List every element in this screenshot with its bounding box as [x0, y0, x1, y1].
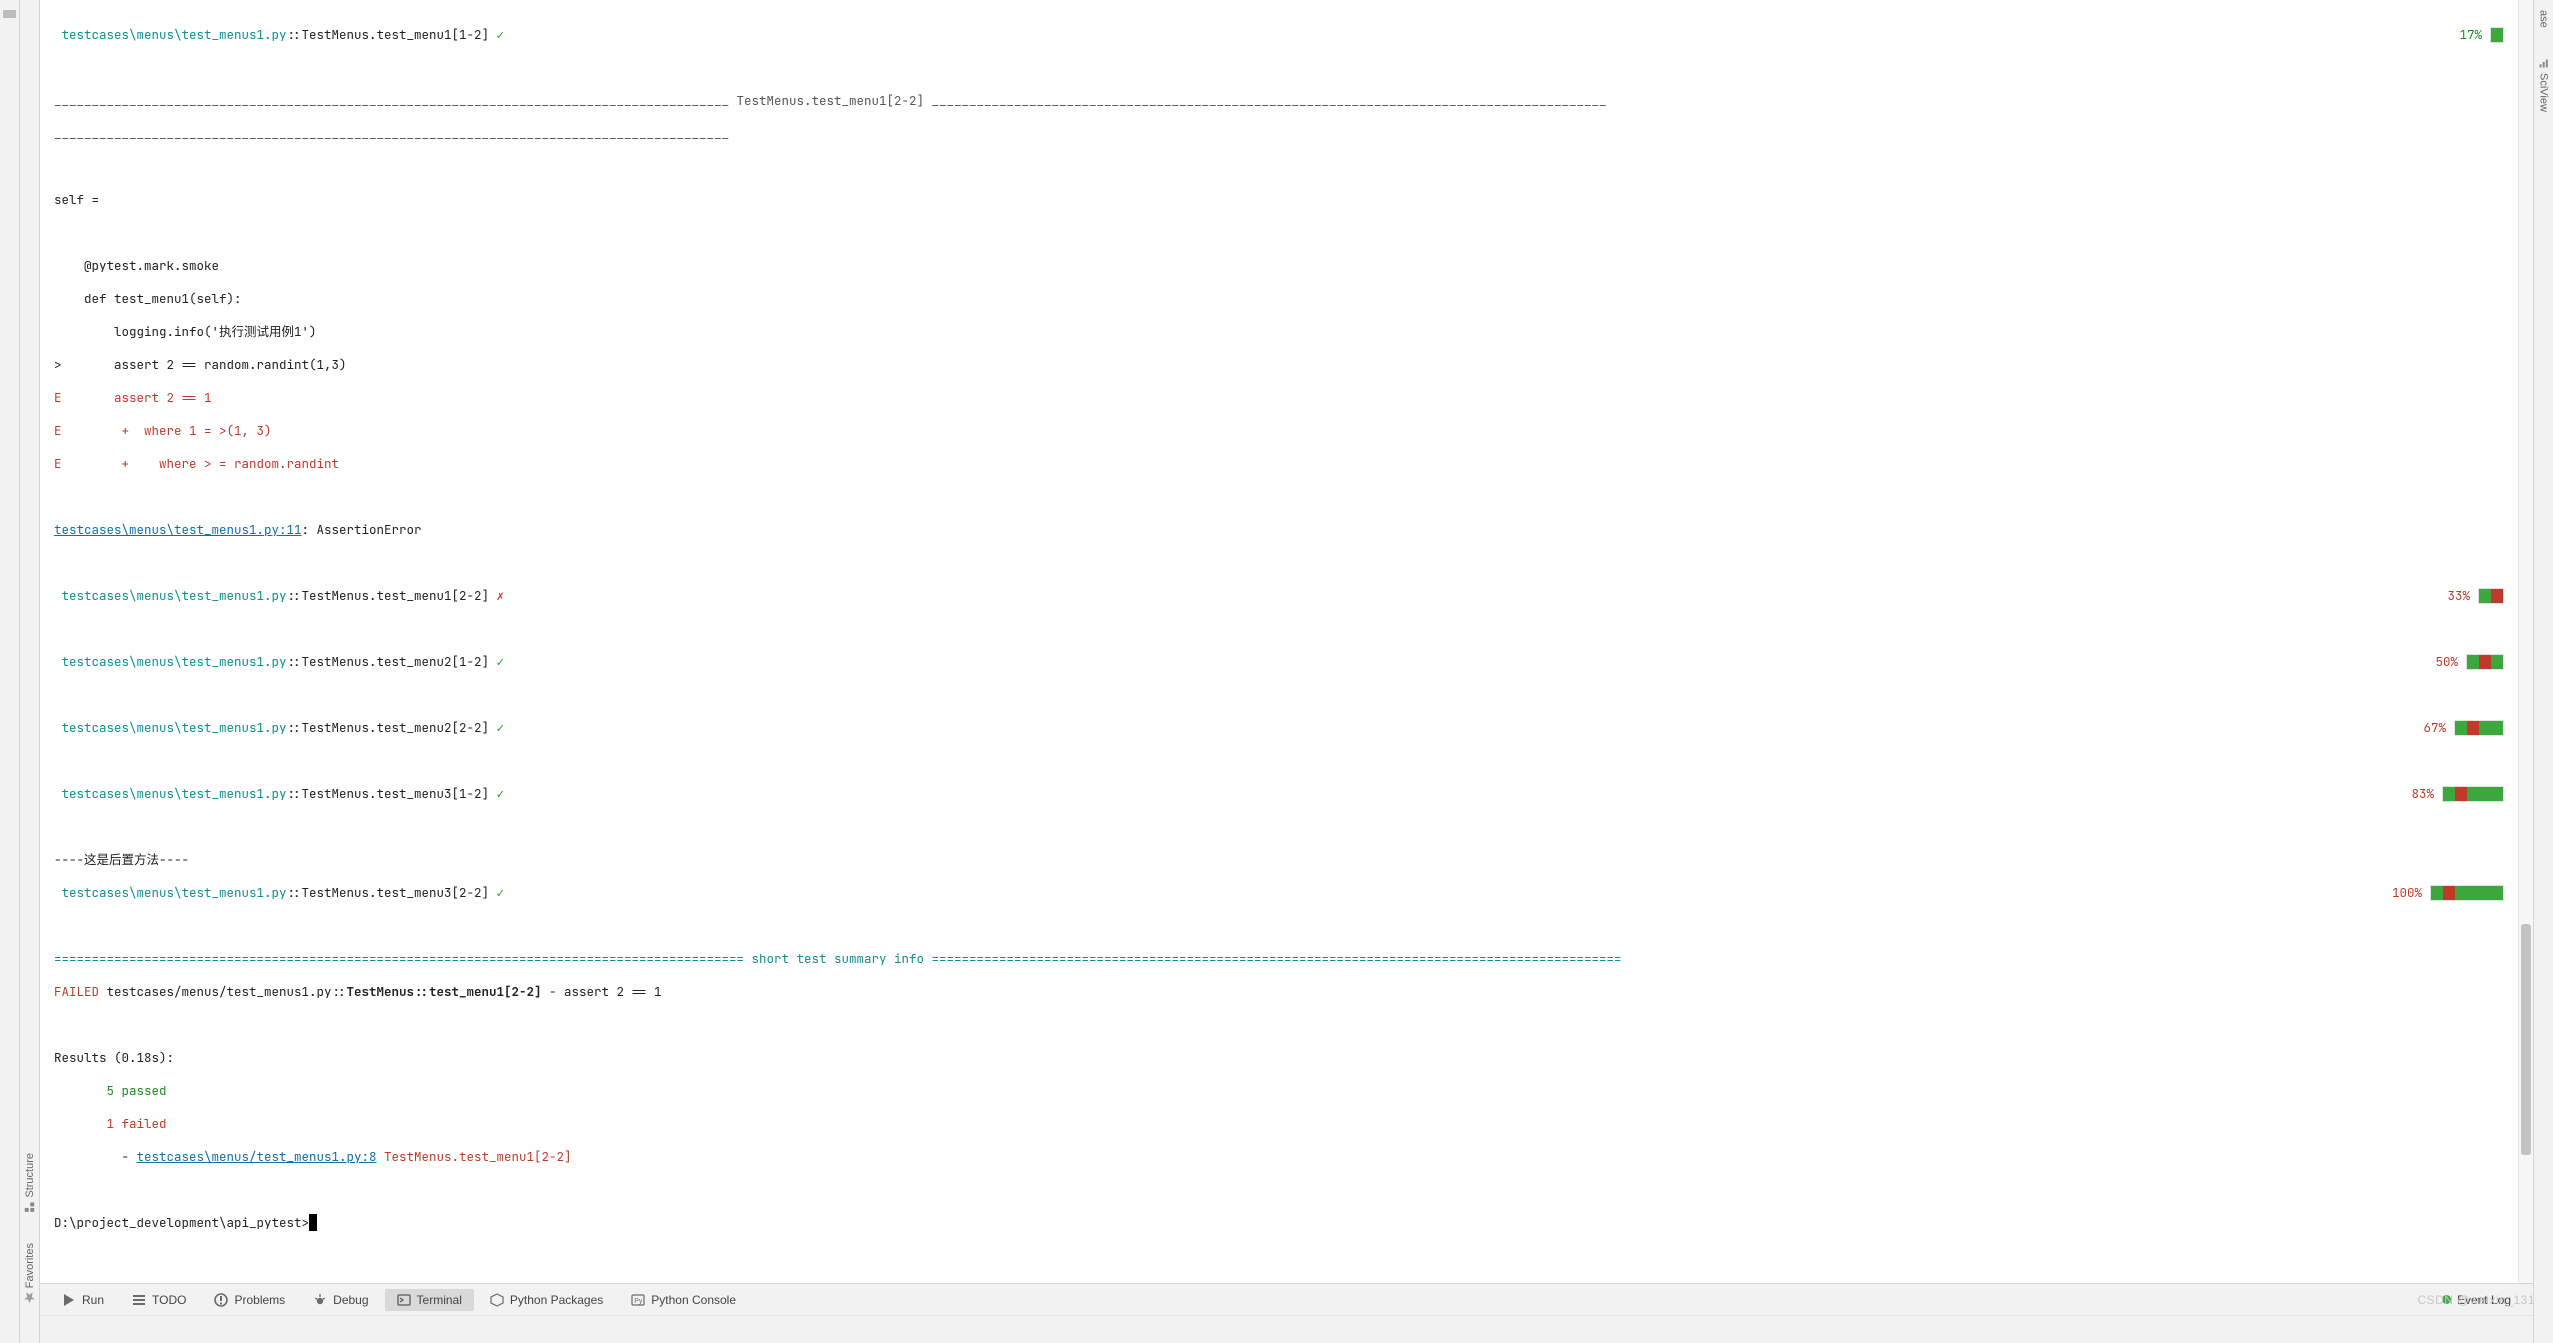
tab-todo[interactable]: TODO	[120, 1289, 198, 1311]
drag-handle-icon[interactable]	[3, 10, 16, 18]
terminal-output[interactable]: testcases\menus\test_menus1.py::TestMenu…	[40, 0, 2518, 1283]
tab-event-log[interactable]: Event Log	[2430, 1289, 2523, 1311]
package-icon	[490, 1293, 504, 1307]
run-icon	[62, 1293, 76, 1307]
status-dot-icon	[2442, 1295, 2451, 1304]
problems-icon	[214, 1293, 228, 1307]
left-tool-sidebar: Structure Favorites	[20, 0, 40, 1343]
scrollbar[interactable]	[2518, 0, 2533, 1283]
scrollbar-thumb[interactable]	[2521, 924, 2531, 1155]
sidebar-database[interactable]: ase	[2538, 10, 2550, 28]
tab-label: Debug	[333, 1293, 368, 1307]
star-icon	[24, 1292, 35, 1303]
tab-label: Run	[82, 1293, 104, 1307]
sidebar-favorites[interactable]: Favorites	[24, 1243, 36, 1303]
terminal-icon	[397, 1293, 411, 1307]
sidebar-structure[interactable]: Structure	[24, 1153, 36, 1213]
tab-label: Event Log	[2457, 1293, 2511, 1307]
sidebar-label: Structure	[24, 1153, 36, 1198]
status-bar: CSDN @weixin_131	[40, 1315, 2533, 1343]
tab-label: TODO	[152, 1293, 186, 1307]
todo-icon	[132, 1293, 146, 1307]
tab-run[interactable]: Run	[50, 1289, 116, 1311]
tab-label: Terminal	[417, 1293, 462, 1307]
tab-label: Python Console	[651, 1293, 736, 1307]
cursor	[309, 1214, 317, 1231]
sidebar-label: ase	[2538, 10, 2550, 28]
tool-gutter	[0, 0, 20, 1343]
tab-label: Python Packages	[510, 1293, 603, 1307]
structure-icon	[24, 1202, 35, 1213]
bottom-tool-tabs: Run TODO Problems Debug Terminal Python …	[40, 1283, 2533, 1315]
sidebar-sciview[interactable]: SciView	[2538, 58, 2550, 112]
tab-python-console[interactable]: Py Python Console	[619, 1289, 748, 1311]
tab-terminal[interactable]: Terminal	[385, 1289, 474, 1311]
svg-text:Py: Py	[634, 1298, 643, 1305]
console-icon: Py	[631, 1293, 645, 1307]
tab-label: Problems	[234, 1293, 285, 1307]
tab-python-packages[interactable]: Python Packages	[478, 1289, 615, 1311]
tab-debug[interactable]: Debug	[301, 1289, 380, 1311]
debug-icon	[313, 1293, 327, 1307]
failed-test-link[interactable]: testcases\menus/test_menus1.py:8	[137, 1148, 377, 1165]
sciview-icon	[2538, 58, 2549, 69]
sidebar-label: SciView	[2538, 73, 2550, 112]
tab-problems[interactable]: Problems	[202, 1289, 297, 1311]
error-location-link[interactable]: testcases\menus\test_menus1.py:11	[54, 521, 302, 538]
right-tool-sidebar: ase SciView	[2533, 0, 2553, 1343]
sidebar-label: Favorites	[24, 1243, 36, 1288]
